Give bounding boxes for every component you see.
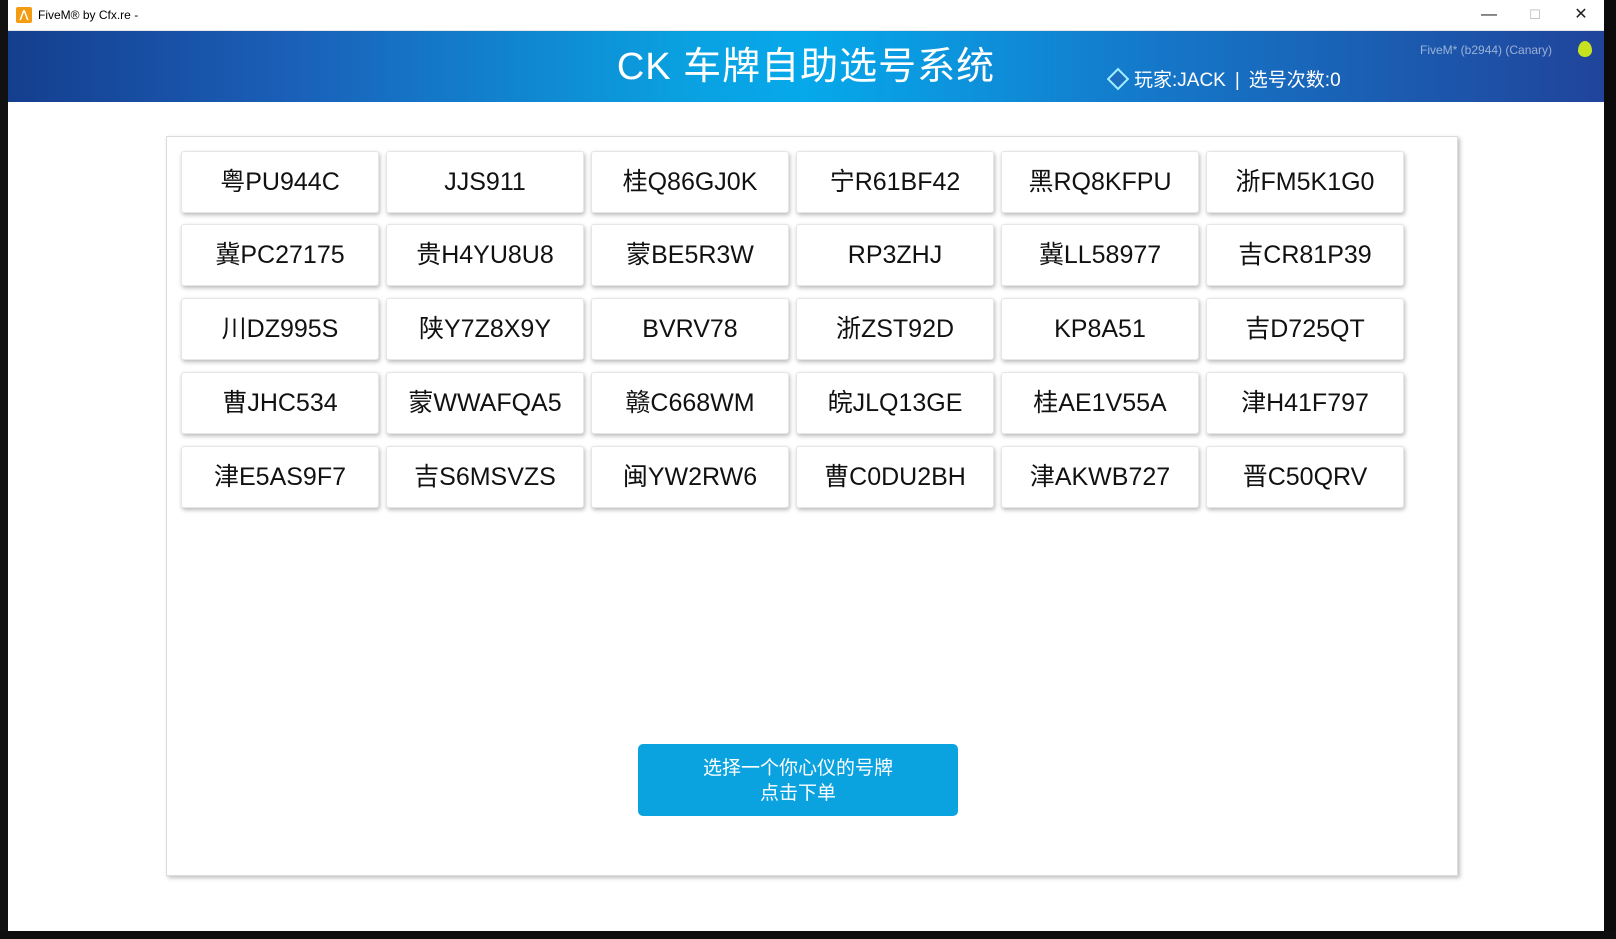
fivem-logo-icon: ⋀ [16,7,32,23]
background-bottom-strip [0,931,1616,939]
maximize-button[interactable]: ☐ [1512,0,1558,30]
plate-button[interactable]: 津E5AS9F7 [181,446,379,508]
plate-button[interactable]: 贵H4YU8U8 [386,224,584,286]
plate-button[interactable]: 黑RQ8KFPU [1001,151,1199,213]
player-label: 玩家: [1134,70,1178,91]
background-right-strip [1604,0,1616,939]
diamond-icon [1106,67,1130,91]
order-button-line1: 选择一个你心仪的号牌 [702,758,893,779]
plate-button[interactable]: 川DZ995S [181,298,379,360]
app-window: ⋀ FiveM® by Cfx.re - — ☐ ✕ CK 车牌自助选号系统 F… [8,0,1604,931]
plate-button[interactable]: 蒙WWAFQA5 [386,372,584,434]
plate-button[interactable]: 桂Q86GJ0K [591,151,789,213]
plate-button[interactable]: 晋C50QRV [1206,446,1404,508]
plate-button[interactable]: 曹JHC534 [181,372,379,434]
plate-button[interactable]: 桂AE1V55A [1001,372,1199,434]
plate-button[interactable]: 冀PC27175 [181,224,379,286]
plate-button[interactable]: 浙ZST92D [796,298,994,360]
plate-button[interactable]: 冀LL58977 [1001,224,1199,286]
count-label: 选号次数: [1248,70,1331,91]
plate-button[interactable]: JJS911 [386,151,584,213]
window-title: FiveM® by Cfx.re - [38,8,139,22]
plate-button[interactable]: 吉S6MSVZS [386,446,584,508]
plate-button[interactable]: 津AKWB727 [1001,446,1199,508]
count-value: 0 [1330,70,1341,91]
plate-button[interactable]: 蒙BE5R3W [591,224,789,286]
player-name: JACK [1177,70,1226,91]
window-titlebar[interactable]: ⋀ FiveM® by Cfx.re - — ☐ ✕ [8,0,1604,31]
plate-button[interactable]: 陕Y7Z8X9Y [386,298,584,360]
lemon-icon [1578,41,1592,57]
minimize-button[interactable]: — [1466,0,1512,30]
plate-button[interactable]: BVRV78 [591,298,789,360]
player-info: 玩家:JACK | 选号次数:0 [1106,67,1341,94]
header-banner: CK 车牌自助选号系统 FiveM* (b2944) (Canary) 玩家:J… [8,31,1604,102]
plate-button[interactable]: 宁R61BF42 [796,151,994,213]
plate-button[interactable]: 吉D725QT [1206,298,1404,360]
plate-button[interactable]: 吉CR81P39 [1206,224,1404,286]
plate-button[interactable]: 闽YW2RW6 [591,446,789,508]
info-separator: | [1234,70,1240,91]
order-button-line2: 点击下单 [759,783,836,804]
plate-button[interactable]: 曹C0DU2BH [796,446,994,508]
plate-button[interactable]: RP3ZHJ [796,224,994,286]
close-button[interactable]: ✕ [1558,0,1604,30]
version-label: FiveM* (b2944) (Canary) [1420,43,1553,57]
place-order-button[interactable]: 选择一个你心仪的号牌 点击下单 [638,744,958,816]
plate-button[interactable]: 浙FM5K1G0 [1206,151,1404,213]
background-left-strip [0,0,8,939]
plate-selection-panel: 粤PU944C JJS911 桂Q86GJ0K 宁R61BF42 黑RQ8KFP… [166,136,1458,876]
plate-button[interactable]: KP8A51 [1001,298,1199,360]
plate-button[interactable]: 赣C668WM [591,372,789,434]
plate-button[interactable]: 皖JLQ13GE [796,372,994,434]
plate-button[interactable]: 粤PU944C [181,151,379,213]
page-title: CK 车牌自助选号系统 [616,46,996,88]
plate-button[interactable]: 津H41F797 [1206,372,1404,434]
